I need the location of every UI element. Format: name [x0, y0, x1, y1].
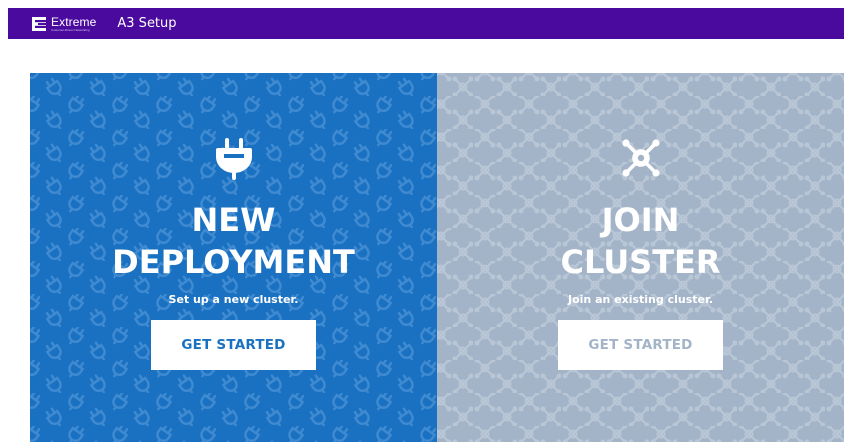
brand-tagline: Customer-Driven Networking — [51, 27, 90, 32]
new-deployment-title: NEW DEPLOYMENT — [112, 201, 355, 281]
cluster-icon — [621, 139, 660, 177]
join-cluster-get-started-button[interactable]: GET STARTED — [558, 320, 723, 370]
join-cluster-content: JOIN CLUSTER Join an existing cluster. G… — [437, 73, 844, 442]
brand-name: Extreme — [51, 14, 97, 29]
new-deployment-get-started-button[interactable]: GET STARTED — [151, 320, 316, 370]
new-deployment-content: NEW DEPLOYMENT Set up a new cluster. GET… — [30, 73, 437, 442]
new-deployment-subtitle: Set up a new cluster. — [168, 293, 299, 306]
top-bar: Extreme Customer-Driven Networking A3 Se… — [8, 8, 844, 39]
join-cluster-panel[interactable]: JOIN CLUSTER Join an existing cluster. G… — [437, 73, 844, 442]
plug-icon — [215, 138, 252, 180]
join-cluster-title: JOIN CLUSTER — [560, 201, 721, 281]
brand-wordmark: Extreme Customer-Driven Networking — [51, 16, 96, 32]
setup-options: NEW DEPLOYMENT Set up a new cluster. GET… — [30, 73, 844, 442]
extreme-logo-icon — [32, 16, 46, 31]
app-title[interactable]: A3 Setup — [117, 16, 176, 31]
join-cluster-subtitle: Join an existing cluster. — [567, 293, 714, 306]
new-deployment-panel[interactable]: NEW DEPLOYMENT Set up a new cluster. GET… — [30, 73, 437, 442]
brand-logo[interactable]: Extreme Customer-Driven Networking — [32, 16, 96, 32]
